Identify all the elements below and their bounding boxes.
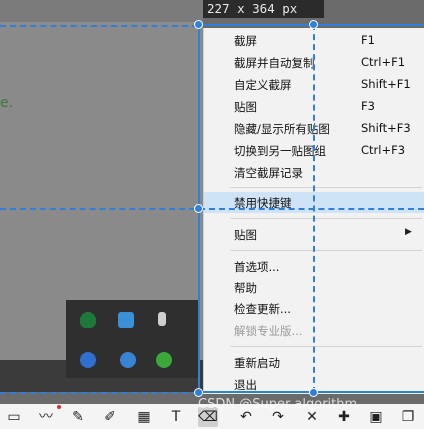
copy-icon[interactable]: ❐ [398,407,418,427]
guide-line-bottom [0,392,198,394]
guide-line-middle [0,208,424,210]
bluetooth-icon[interactable] [80,352,96,368]
pen-icon[interactable]: ✎ [68,407,88,427]
guide-line-top [0,25,198,27]
resize-handle-bottom-left[interactable] [194,388,203,397]
selection-size-readout: 227 x 364 px [203,0,324,18]
resize-handle-left[interactable] [194,204,203,213]
resize-handle-bottom[interactable] [309,388,318,397]
app-tray-icon[interactable] [118,312,134,328]
guide-line-vertical [313,24,315,393]
watermark-text: CSDN @Super algorithm [198,397,358,412]
marker-icon[interactable]: ✐ [100,407,120,427]
rectangle-icon[interactable]: ▭ [4,407,24,427]
usb-icon[interactable] [158,312,166,326]
notification-dot [57,405,61,409]
text-icon[interactable]: T [166,407,186,427]
save-icon[interactable]: ▣ [366,407,386,427]
background-partial-text: e. [0,95,14,111]
system-tray-popup [66,300,200,378]
wechat-icon[interactable] [156,352,172,368]
mosaic-icon[interactable]: ▦ [134,407,154,427]
line-chart-icon[interactable]: 〰 [36,407,56,427]
background-window-strip [0,0,203,22]
shield-icon[interactable] [80,312,96,328]
app-arrow-icon[interactable] [120,352,136,368]
resize-handle-top[interactable] [309,20,318,29]
resize-handle-top-left[interactable] [194,20,203,29]
